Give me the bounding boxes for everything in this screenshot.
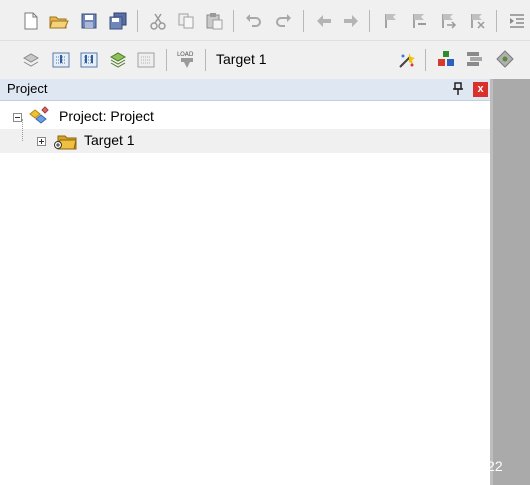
translate-icon[interactable] <box>22 51 40 69</box>
navigate-back-icon[interactable] <box>315 12 333 30</box>
stop-build-icon[interactable] <box>137 51 155 69</box>
pin-icon[interactable] <box>452 82 464 96</box>
navigate-forward-icon[interactable] <box>342 12 360 30</box>
expand-icon[interactable] <box>37 137 46 146</box>
toolbar-separator <box>137 10 138 32</box>
close-button[interactable]: x <box>473 82 488 97</box>
next-bookmark-icon[interactable] <box>439 12 457 30</box>
toolbar-separator <box>425 49 426 71</box>
tree-connector <box>22 119 24 141</box>
project-tree: Project: Project Target 1 <box>0 101 490 485</box>
svg-text:LOAD: LOAD <box>177 51 194 58</box>
rebuild-icon[interactable] <box>80 51 98 69</box>
save-icon[interactable] <box>80 12 98 30</box>
tree-item-project[interactable]: Project: Project <box>0 105 490 129</box>
project-panel-header: Project x <box>0 79 490 101</box>
cut-icon[interactable] <box>149 12 167 30</box>
indent-icon[interactable] <box>508 12 526 30</box>
open-folder-icon[interactable] <box>49 12 69 30</box>
panel-title: Project <box>7 81 48 96</box>
clear-bookmarks-icon[interactable] <box>468 12 486 30</box>
paste-icon[interactable] <box>205 12 223 30</box>
select-packs-icon[interactable] <box>466 50 484 68</box>
manage-environment-icon[interactable] <box>496 50 514 68</box>
watermark: CSDN @Shelby7522 <box>368 458 503 474</box>
project-icon <box>27 106 53 128</box>
toolbar-separator <box>496 10 497 32</box>
target-select-value[interactable]: Target 1 <box>216 51 267 67</box>
tree-item-target[interactable]: Target 1 <box>0 119 490 153</box>
standard-toolbar <box>0 0 530 41</box>
batch-build-icon[interactable] <box>109 51 127 69</box>
toolbar-separator <box>166 49 167 71</box>
new-file-icon[interactable] <box>22 12 40 30</box>
editor-area-strip <box>490 79 530 485</box>
download-icon[interactable]: LOAD <box>176 49 198 71</box>
redo-icon[interactable] <box>274 12 292 30</box>
splitter[interactable] <box>490 79 493 485</box>
toolbar-separator <box>205 49 206 71</box>
collapse-icon[interactable] <box>13 113 22 122</box>
toolbar-separator <box>233 10 234 32</box>
manage-components-icon[interactable] <box>437 50 455 68</box>
previous-bookmark-icon[interactable] <box>410 12 428 30</box>
build-icon[interactable] <box>52 51 70 69</box>
undo-icon[interactable] <box>245 12 263 30</box>
target-label: Target 1 <box>84 132 135 148</box>
project-label: Project: Project <box>59 108 154 124</box>
target-options-icon[interactable] <box>397 50 415 68</box>
save-all-icon[interactable] <box>109 12 127 30</box>
copy-icon[interactable] <box>177 12 195 30</box>
toolbar-separator <box>303 10 304 32</box>
toolbar-separator <box>369 10 370 32</box>
bookmark-icon[interactable] <box>382 12 400 30</box>
target-folder-icon <box>54 133 78 150</box>
